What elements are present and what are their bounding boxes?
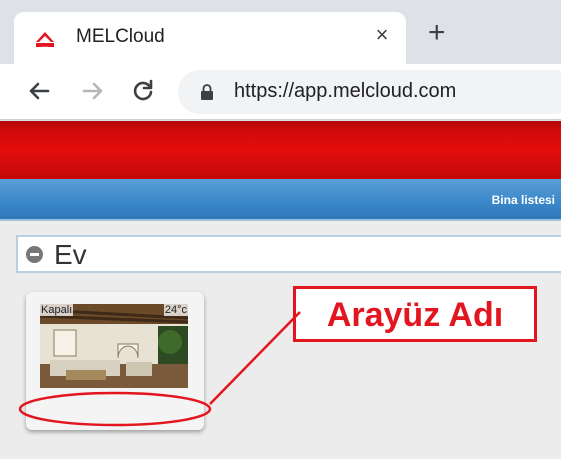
annotation-overlay — [18, 311, 301, 427]
annotation-ellipse — [18, 391, 212, 427]
annotation-leader-line — [209, 311, 301, 405]
